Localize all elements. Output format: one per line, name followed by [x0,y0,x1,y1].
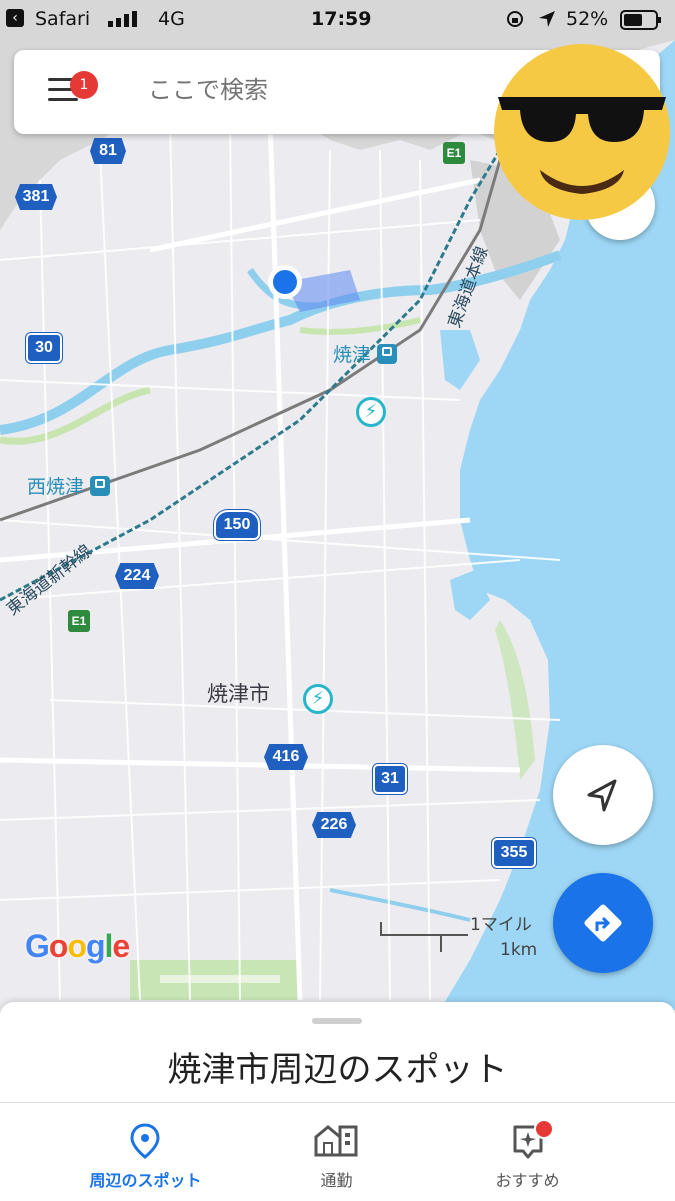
route-381-shield: 381 [15,184,57,210]
notification-badge: 1 [70,71,98,99]
route-30-shield: 30 [26,333,62,363]
orientation-lock-icon [506,10,524,33]
notification-dot [534,1119,554,1139]
route-226-shield: 226 [312,812,356,838]
commute-buildings-icon [314,1125,358,1157]
search-input[interactable] [146,76,480,106]
clock: 17:59 [311,8,372,30]
route-224-shield: 224 [115,563,159,589]
tab-for-you[interactable]: おすすめ [415,1103,640,1201]
station-label: 焼津 [333,344,372,366]
status-bar: ‹ Safari 4G 17:59 52% [0,0,675,38]
route-355-shield: 355 [492,838,536,868]
sunglasses-emoji-sticker [492,42,672,222]
scale-bar: 1マイル 1km [380,908,540,960]
my-location-button[interactable] [553,745,653,845]
back-arrow-icon[interactable]: ‹ [6,9,24,27]
route-416-shield: 416 [264,744,308,770]
bottom-navigation: 周辺のスポット 通勤 おすすめ [0,1102,675,1201]
location-arrow-icon [538,10,556,33]
google-logo: Google [25,928,130,964]
city-label: 焼津市 [207,682,270,706]
bottom-sheet[interactable]: 焼津市周辺のスポット [0,1002,675,1102]
station-label: 西焼津 [27,476,85,498]
route-81-shield: 81 [90,138,126,164]
directions-turn-icon [584,904,622,942]
sheet-title: 焼津市周辺のスポット [167,1050,508,1090]
station-nishi-yaizu[interactable]: 西焼津 [27,472,111,499]
scale-imperial-label: 1マイル [470,915,532,935]
network-type: 4G [158,8,185,30]
expressway-e1-shield: E1 [443,142,465,164]
scale-metric-label: 1km [500,940,538,960]
battery-percent: 52% [566,8,609,30]
tab-label: おすすめ [495,1171,560,1190]
ev-charging-icon[interactable]: ⚡ [356,397,386,427]
signal-bars-icon [108,10,138,32]
sheet-drag-handle[interactable] [312,1018,362,1024]
train-station-icon [90,476,111,496]
ev-charging-icon[interactable]: ⚡ [303,684,333,714]
station-yaizu[interactable]: 焼津 [333,340,398,367]
route-31-shield: 31 [373,764,407,794]
navigation-arrow-icon [587,779,617,812]
back-app-label[interactable]: Safari [35,8,90,30]
expressway-e1-shield: E1 [68,610,90,632]
location-pin-icon [130,1123,160,1159]
battery-icon [620,10,662,35]
directions-button[interactable] [553,873,653,973]
train-station-icon [377,344,398,364]
route-150-shield: 150 [214,510,260,540]
